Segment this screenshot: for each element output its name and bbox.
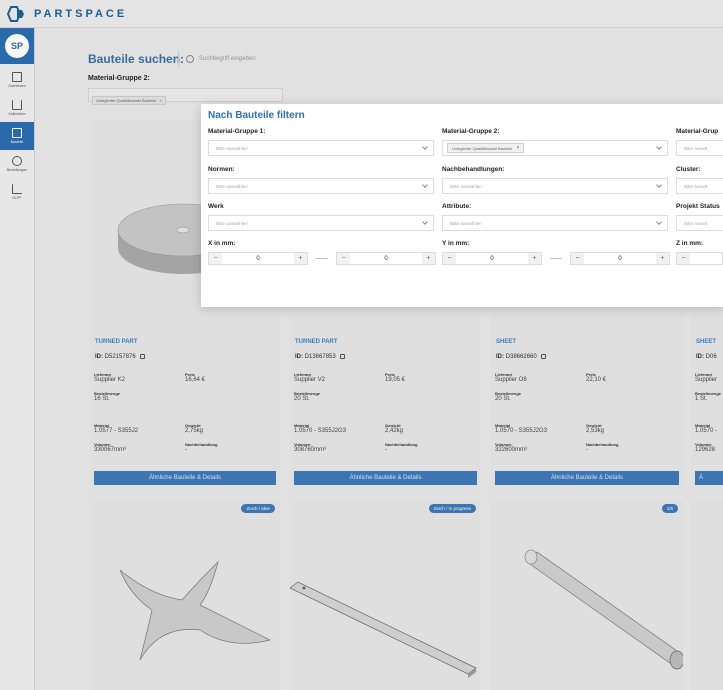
material-group-2-select[interactable]: Unlegierter Qualitätsstahl Bauteile × — [442, 140, 668, 156]
filter-label: Material-Gruppe 1: — [208, 128, 266, 135]
chip-label: Unlegierter Qualitätsstahl Bauteile — [452, 145, 513, 151]
norms-select[interactable]: Bitte auswählen — [208, 178, 434, 194]
select-placeholder: Bitte auswählen — [216, 183, 248, 189]
plus-button[interactable]: + — [656, 253, 669, 264]
range-separator — [550, 258, 562, 259]
x-min-value[interactable]: 0 — [222, 253, 294, 264]
x-min-stepper[interactable]: − 0 + — [208, 252, 308, 265]
y-min-stepper[interactable]: − 0 + — [442, 252, 542, 265]
filter-label: Material-Gruppe 2: — [442, 128, 500, 135]
minus-button[interactable]: − — [677, 253, 690, 264]
select-placeholder: Bitte auswählen — [216, 145, 248, 151]
range-label: X in mm: — [208, 240, 236, 247]
cluster-select[interactable]: Bitte auswä — [676, 178, 723, 194]
minus-button[interactable]: − — [209, 253, 222, 264]
modal-title: Nach Bauteile filtern — [208, 110, 305, 121]
filter-label: Nachbehandlungen: — [442, 166, 505, 173]
filter-label: Cluster: — [676, 166, 701, 173]
material-group-3-select[interactable]: Bitte auswä — [676, 140, 723, 156]
z-range: − — [676, 252, 723, 265]
filter-label: Material-Grup — [676, 128, 719, 135]
material-group-chip[interactable]: Unlegierter Qualitätsstahl Bauteile × — [447, 143, 525, 153]
treatments-select[interactable]: Bitte auswählen — [442, 178, 668, 194]
chevron-down-icon — [656, 182, 662, 188]
minus-button[interactable]: − — [571, 253, 584, 264]
material-group-1-select[interactable]: Bitte auswählen — [208, 140, 434, 156]
x-range: − 0 + − 0 + — [208, 252, 436, 265]
chevron-down-icon — [422, 182, 428, 188]
filter-label: Projekt Status — [676, 203, 720, 210]
minus-button[interactable]: − — [443, 253, 456, 264]
chevron-down-icon — [656, 219, 662, 225]
x-max-value[interactable]: 0 — [350, 253, 422, 264]
filter-label: Normen: — [208, 166, 235, 173]
minus-button[interactable]: − — [337, 253, 350, 264]
select-placeholder: Bitte auswählen — [450, 183, 482, 189]
filter-modal: Nach Bauteile filtern Material-Gruppe 1:… — [201, 104, 723, 307]
plus-button[interactable]: + — [528, 253, 541, 264]
project-status-select[interactable]: Bitte auswä — [676, 215, 723, 231]
close-icon[interactable]: × — [516, 145, 519, 151]
plus-button[interactable]: + — [422, 253, 435, 264]
select-placeholder: Bitte auswählen — [216, 220, 248, 226]
filter-label: Werk — [208, 203, 224, 210]
select-placeholder: Bitte auswä — [684, 183, 708, 189]
range-label: Z in mm: — [676, 240, 704, 247]
y-min-value[interactable]: 0 — [456, 253, 528, 264]
y-max-value[interactable]: 0 — [584, 253, 656, 264]
select-placeholder: Bitte auswä — [684, 145, 708, 151]
plant-select[interactable]: Bitte auswählen — [208, 215, 434, 231]
z-min-stepper[interactable]: − — [676, 252, 723, 265]
range-label: Y in mm: — [442, 240, 470, 247]
z-min-value[interactable] — [690, 253, 722, 264]
attributes-select[interactable]: Bitte auswählen — [442, 215, 668, 231]
x-max-stepper[interactable]: − 0 + — [336, 252, 436, 265]
chevron-down-icon — [656, 144, 662, 150]
chevron-down-icon — [422, 219, 428, 225]
select-placeholder: Bitte auswählen — [450, 220, 482, 226]
chevron-down-icon — [422, 144, 428, 150]
filter-label: Attribute: — [442, 203, 472, 210]
range-separator — [316, 258, 328, 259]
y-max-stepper[interactable]: − 0 + — [570, 252, 670, 265]
select-placeholder: Bitte auswä — [684, 220, 708, 226]
plus-button[interactable]: + — [294, 253, 307, 264]
y-range: − 0 + − 0 + — [442, 252, 670, 265]
